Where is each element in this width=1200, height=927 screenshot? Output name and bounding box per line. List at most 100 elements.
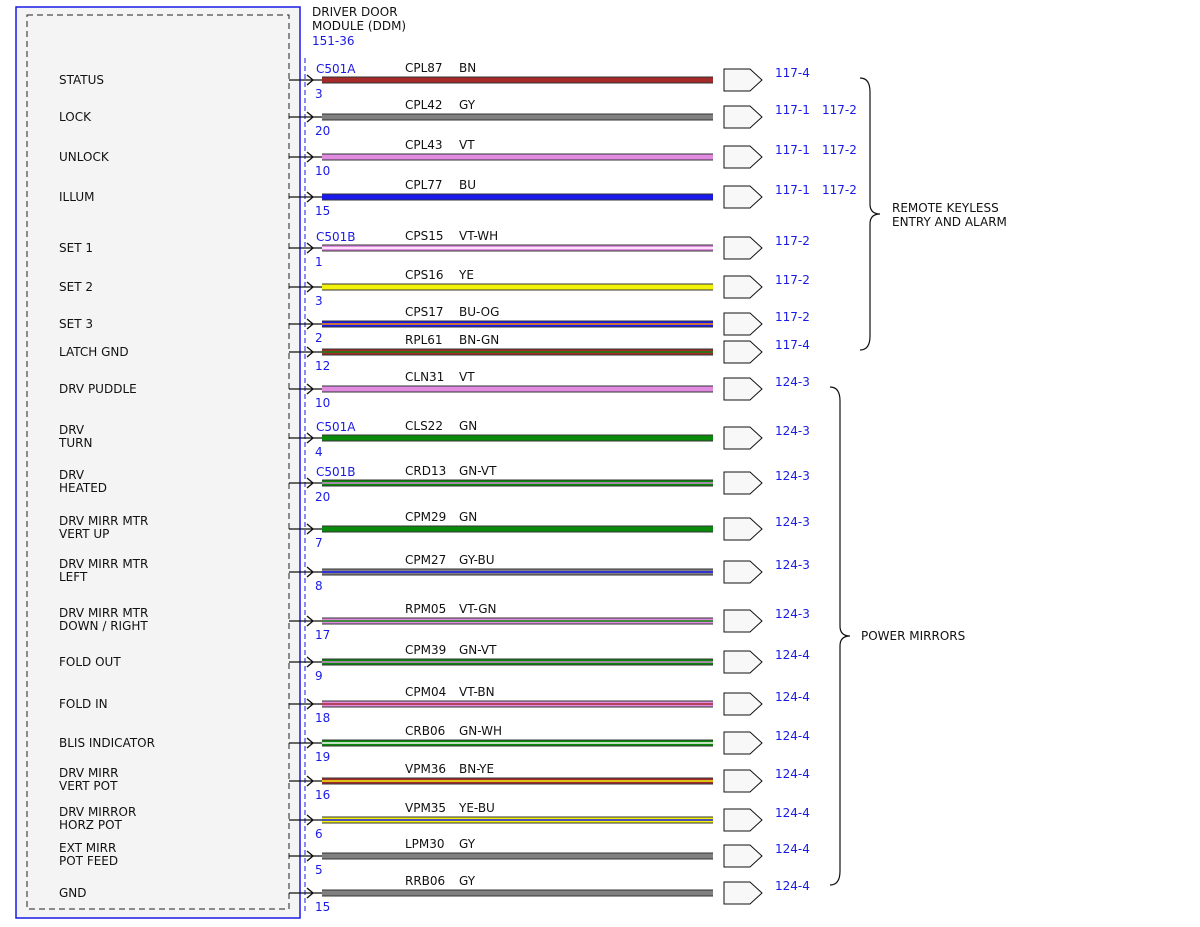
signal-label: UNLOCK <box>59 150 110 164</box>
signal-label: GND <box>59 886 87 900</box>
signal-label: DRV <box>59 423 85 437</box>
group-brace-block: REMOTE KEYLESSENTRY AND ALARM <box>859 77 1007 351</box>
terminal-arrow <box>723 609 763 633</box>
terminal-arrow <box>723 145 763 169</box>
circuit-id: RPM05 <box>405 602 446 616</box>
page-reference: 124-4 <box>775 879 810 893</box>
group-label: ENTRY AND ALARM <box>892 215 1007 229</box>
terminal-arrow <box>723 844 763 868</box>
wire-color-code: BU <box>459 178 476 192</box>
wire-color-code: GY <box>459 837 476 851</box>
pin-number: 16 <box>315 788 330 802</box>
group-label: REMOTE KEYLESS <box>892 201 999 215</box>
page-reference: 124-3 <box>775 375 810 389</box>
terminal-arrow <box>723 377 763 401</box>
page-reference: 117-1 <box>775 183 810 197</box>
page-reference: 117-2 <box>775 273 810 287</box>
module-title-line2: MODULE (DDM) <box>312 19 406 33</box>
module-title-line1: DRIVER DOOR <box>312 5 398 19</box>
page-reference: 124-4 <box>775 767 810 781</box>
signal-label: POT FEED <box>59 854 118 868</box>
page-reference: 117-2 <box>775 310 810 324</box>
page-reference: 124-4 <box>775 729 810 743</box>
signal-label: VERT POT <box>59 779 118 793</box>
circuit-id: CRB06 <box>405 724 445 738</box>
page-reference: 124-3 <box>775 469 810 483</box>
wire-color-code: BU-OG <box>459 305 499 319</box>
signal-label: EXT MIRR <box>59 841 116 855</box>
circuit-id: VPM35 <box>405 801 446 815</box>
wire-color-code: GY <box>459 98 476 112</box>
wire-color-code: GN-VT <box>459 643 497 657</box>
pin-number: 20 <box>315 490 330 504</box>
circuit-id: CPM04 <box>405 685 446 699</box>
wire-color-code: VT-WH <box>459 229 498 243</box>
connector-label: C501A <box>316 62 356 76</box>
terminal-arrow <box>723 560 763 584</box>
signal-label: DRV <box>59 468 85 482</box>
terminal-arrow <box>723 471 763 495</box>
connector-label: C501B <box>316 465 356 479</box>
terminal-arrow <box>723 517 763 541</box>
terminal-arrow <box>723 731 763 755</box>
circuit-id: CLS22 <box>405 419 443 433</box>
signal-label: SET 2 <box>59 280 93 294</box>
wiring-diagram: DRIVER DOOR MODULE (DDM) 151-36 STATUS C5… <box>15 5 1007 919</box>
module-ref: 151-36 <box>312 34 355 48</box>
wire-color-code: GN <box>459 510 477 524</box>
pin-number: 3 <box>315 87 323 101</box>
pin-number: 17 <box>315 628 330 642</box>
group-brace <box>859 77 881 351</box>
signal-label: STATUS <box>59 73 104 87</box>
signal-label: LOCK <box>59 110 92 124</box>
circuit-id: CRD13 <box>405 464 446 478</box>
circuit-id: RRB06 <box>405 874 445 888</box>
signal-label: DRV PUDDLE <box>59 382 137 396</box>
wire-color-code: YE-BU <box>458 801 495 815</box>
terminal-arrow <box>723 692 763 716</box>
page-reference: 117-2 <box>775 234 810 248</box>
pin-number: 15 <box>315 900 330 914</box>
wire-color-code: BN-GN <box>459 333 499 347</box>
wire-color-code: BN-YE <box>459 762 494 776</box>
pin-number: 1 <box>315 255 323 269</box>
signal-label: HORZ POT <box>59 818 123 832</box>
signal-label: DRV MIRR MTR <box>59 557 148 571</box>
pin-number: 3 <box>315 294 323 308</box>
function-groups: REMOTE KEYLESSENTRY AND ALARM POWER MIRRO… <box>829 77 1007 886</box>
wire-color-code: GN-WH <box>459 724 502 738</box>
pin-number: 18 <box>315 711 330 725</box>
pin-number: 10 <box>315 164 330 178</box>
circuit-id: LPM30 <box>405 837 445 851</box>
pin-number: 15 <box>315 204 330 218</box>
terminal-arrow <box>723 105 763 129</box>
pin-number: 19 <box>315 750 330 764</box>
signal-label: DOWN / RIGHT <box>59 619 148 633</box>
circuit-id: CPS15 <box>405 229 444 243</box>
wire-color-code: VT-GN <box>459 602 496 616</box>
pin-number: 7 <box>315 536 323 550</box>
terminal-arrow <box>723 769 763 793</box>
pin-number: 5 <box>315 863 323 877</box>
pin-number: 2 <box>315 331 323 345</box>
terminal-arrow <box>723 808 763 832</box>
terminal-arrow <box>723 426 763 450</box>
terminal-arrow <box>723 68 763 92</box>
wire-color-code: GN <box>459 419 477 433</box>
pin-number: 6 <box>315 827 323 841</box>
terminal-arrow <box>723 881 763 905</box>
wire-color-code: BN <box>459 61 476 75</box>
page-reference: 124-4 <box>775 806 810 820</box>
wire-color-code: VT-BN <box>459 685 495 699</box>
circuit-id: CPS16 <box>405 268 444 282</box>
circuit-id: CPL43 <box>405 138 443 152</box>
terminal-arrow <box>723 312 763 336</box>
page-reference: 117-2 <box>822 103 857 117</box>
signal-label: VERT UP <box>59 527 109 541</box>
group-label: POWER MIRRORS <box>861 629 965 643</box>
terminal-arrow <box>723 185 763 209</box>
connector-label: C501A <box>316 420 356 434</box>
signal-label: LATCH GND <box>59 345 129 359</box>
page-reference: 117-2 <box>822 143 857 157</box>
page-reference: 117-1 <box>775 143 810 157</box>
